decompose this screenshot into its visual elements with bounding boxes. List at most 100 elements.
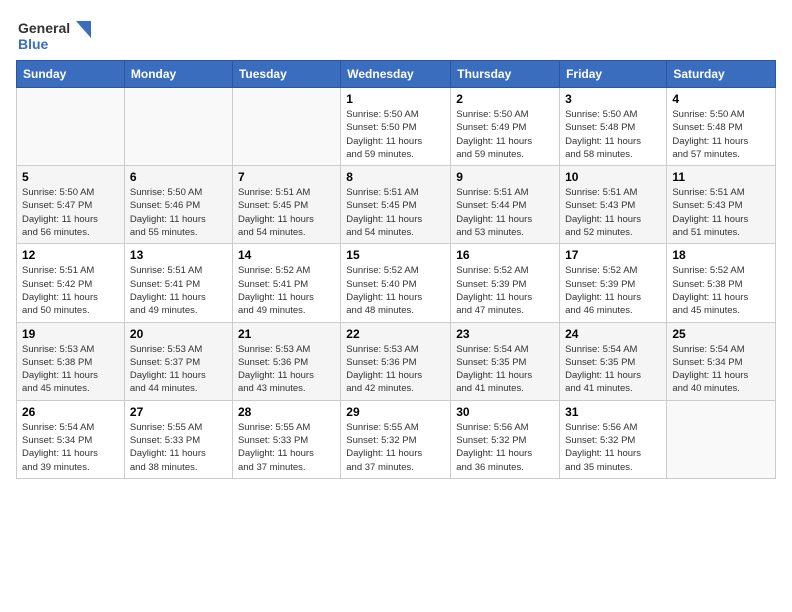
calendar-cell: 1 Sunrise: 5:50 AMSunset: 5:50 PMDaylight… [341,88,451,166]
calendar-cell: 27 Sunrise: 5:55 AMSunset: 5:33 PMDayligh… [124,400,232,478]
day-number: 2 [456,92,554,106]
calendar-cell: 10 Sunrise: 5:51 AMSunset: 5:43 PMDayligh… [560,166,667,244]
day-info: Sunrise: 5:53 AMSunset: 5:36 PMDaylight:… [346,343,445,396]
page-header: GeneralBlue [16,16,776,56]
day-info: Sunrise: 5:53 AMSunset: 5:38 PMDaylight:… [22,343,119,396]
calendar-cell: 31 Sunrise: 5:56 AMSunset: 5:32 PMDayligh… [560,400,667,478]
day-info: Sunrise: 5:51 AMSunset: 5:43 PMDaylight:… [565,186,661,239]
day-number: 5 [22,170,119,184]
day-number: 26 [22,405,119,419]
calendar-cell: 9 Sunrise: 5:51 AMSunset: 5:44 PMDaylight… [451,166,560,244]
calendar-cell [124,88,232,166]
day-number: 19 [22,327,119,341]
day-info: Sunrise: 5:55 AMSunset: 5:32 PMDaylight:… [346,421,445,474]
day-number: 28 [238,405,335,419]
day-number: 1 [346,92,445,106]
day-number: 3 [565,92,661,106]
day-number: 21 [238,327,335,341]
calendar-week-5: 26 Sunrise: 5:54 AMSunset: 5:34 PMDayligh… [17,400,776,478]
svg-text:Blue: Blue [18,36,49,52]
day-number: 29 [346,405,445,419]
calendar-cell: 29 Sunrise: 5:55 AMSunset: 5:32 PMDayligh… [341,400,451,478]
day-info: Sunrise: 5:53 AMSunset: 5:37 PMDaylight:… [130,343,227,396]
day-number: 4 [672,92,770,106]
day-number: 8 [346,170,445,184]
day-info: Sunrise: 5:56 AMSunset: 5:32 PMDaylight:… [565,421,661,474]
day-info: Sunrise: 5:52 AMSunset: 5:41 PMDaylight:… [238,264,335,317]
day-info: Sunrise: 5:51 AMSunset: 5:45 PMDaylight:… [238,186,335,239]
weekday-header-thursday: Thursday [451,61,560,88]
calendar-cell: 25 Sunrise: 5:54 AMSunset: 5:34 PMDayligh… [667,322,776,400]
calendar-cell: 3 Sunrise: 5:50 AMSunset: 5:48 PMDaylight… [560,88,667,166]
calendar-cell: 13Sunrise: 5:51 AMSunset: 5:41 PMDayligh… [124,244,232,322]
calendar-cell: 17Sunrise: 5:52 AMSunset: 5:39 PMDayligh… [560,244,667,322]
calendar-week-2: 5 Sunrise: 5:50 AMSunset: 5:47 PMDaylight… [17,166,776,244]
calendar-week-3: 12 Sunrise: 5:51 AMSunset: 5:42 PMDayligh… [17,244,776,322]
calendar-cell [17,88,125,166]
calendar-cell: 16 Sunrise: 5:52 AMSunset: 5:39 PMDayligh… [451,244,560,322]
day-number: 24 [565,327,661,341]
day-info: Sunrise: 5:54 AMSunset: 5:34 PMDaylight:… [672,343,770,396]
calendar-week-1: 1 Sunrise: 5:50 AMSunset: 5:50 PMDaylight… [17,88,776,166]
calendar-cell [232,88,340,166]
calendar-cell: 6Sunrise: 5:50 AMSunset: 5:46 PMDaylight… [124,166,232,244]
day-info: Sunrise: 5:51 AMSunset: 5:41 PMDaylight:… [130,264,227,317]
calendar-table: SundayMondayTuesdayWednesdayThursdayFrid… [16,60,776,479]
weekday-header-monday: Monday [124,61,232,88]
calendar-cell: 15 Sunrise: 5:52 AMSunset: 5:40 PMDayligh… [341,244,451,322]
calendar-cell: 14Sunrise: 5:52 AMSunset: 5:41 PMDayligh… [232,244,340,322]
day-number: 16 [456,248,554,262]
day-number: 31 [565,405,661,419]
calendar-cell: 12 Sunrise: 5:51 AMSunset: 5:42 PMDayligh… [17,244,125,322]
calendar-cell: 30Sunrise: 5:56 AMSunset: 5:32 PMDayligh… [451,400,560,478]
day-info: Sunrise: 5:50 AMSunset: 5:47 PMDaylight:… [22,186,119,239]
day-info: Sunrise: 5:52 AMSunset: 5:40 PMDaylight:… [346,264,445,317]
day-info: Sunrise: 5:55 AMSunset: 5:33 PMDaylight:… [130,421,227,474]
day-info: Sunrise: 5:51 AMSunset: 5:43 PMDaylight:… [672,186,770,239]
calendar-cell: 23Sunrise: 5:54 AMSunset: 5:35 PMDayligh… [451,322,560,400]
day-info: Sunrise: 5:51 AMSunset: 5:42 PMDaylight:… [22,264,119,317]
weekday-header-wednesday: Wednesday [341,61,451,88]
calendar-cell: 26 Sunrise: 5:54 AMSunset: 5:34 PMDayligh… [17,400,125,478]
logo: GeneralBlue [16,16,96,56]
day-info: Sunrise: 5:50 AMSunset: 5:46 PMDaylight:… [130,186,227,239]
weekday-header-friday: Friday [560,61,667,88]
calendar-cell: 5 Sunrise: 5:50 AMSunset: 5:47 PMDaylight… [17,166,125,244]
day-info: Sunrise: 5:50 AMSunset: 5:49 PMDaylight:… [456,108,554,161]
weekday-header-row: SundayMondayTuesdayWednesdayThursdayFrid… [17,61,776,88]
day-info: Sunrise: 5:54 AMSunset: 5:35 PMDaylight:… [456,343,554,396]
day-info: Sunrise: 5:51 AMSunset: 5:44 PMDaylight:… [456,186,554,239]
day-number: 10 [565,170,661,184]
day-number: 20 [130,327,227,341]
svg-text:General: General [18,20,70,36]
calendar-cell: 18Sunrise: 5:52 AMSunset: 5:38 PMDayligh… [667,244,776,322]
day-info: Sunrise: 5:50 AMSunset: 5:50 PMDaylight:… [346,108,445,161]
calendar-cell: 2 Sunrise: 5:50 AMSunset: 5:49 PMDaylight… [451,88,560,166]
day-number: 17 [565,248,661,262]
day-number: 12 [22,248,119,262]
calendar-cell: 21 Sunrise: 5:53 AMSunset: 5:36 PMDayligh… [232,322,340,400]
day-info: Sunrise: 5:50 AMSunset: 5:48 PMDaylight:… [565,108,661,161]
weekday-header-sunday: Sunday [17,61,125,88]
day-info: Sunrise: 5:54 AMSunset: 5:35 PMDaylight:… [565,343,661,396]
weekday-header-tuesday: Tuesday [232,61,340,88]
day-info: Sunrise: 5:53 AMSunset: 5:36 PMDaylight:… [238,343,335,396]
day-info: Sunrise: 5:55 AMSunset: 5:33 PMDaylight:… [238,421,335,474]
calendar-cell: 8Sunrise: 5:51 AMSunset: 5:45 PMDaylight… [341,166,451,244]
day-info: Sunrise: 5:50 AMSunset: 5:48 PMDaylight:… [672,108,770,161]
day-number: 18 [672,248,770,262]
day-info: Sunrise: 5:56 AMSunset: 5:32 PMDaylight:… [456,421,554,474]
day-number: 25 [672,327,770,341]
calendar-cell: 4 Sunrise: 5:50 AMSunset: 5:48 PMDaylight… [667,88,776,166]
day-number: 7 [238,170,335,184]
day-info: Sunrise: 5:54 AMSunset: 5:34 PMDaylight:… [22,421,119,474]
day-number: 9 [456,170,554,184]
day-number: 22 [346,327,445,341]
calendar-cell: 24 Sunrise: 5:54 AMSunset: 5:35 PMDayligh… [560,322,667,400]
day-number: 27 [130,405,227,419]
calendar-cell: 7 Sunrise: 5:51 AMSunset: 5:45 PMDaylight… [232,166,340,244]
day-info: Sunrise: 5:52 AMSunset: 5:39 PMDaylight:… [456,264,554,317]
day-number: 15 [346,248,445,262]
calendar-week-4: 19 Sunrise: 5:53 AMSunset: 5:38 PMDayligh… [17,322,776,400]
calendar-cell: 22 Sunrise: 5:53 AMSunset: 5:36 PMDayligh… [341,322,451,400]
